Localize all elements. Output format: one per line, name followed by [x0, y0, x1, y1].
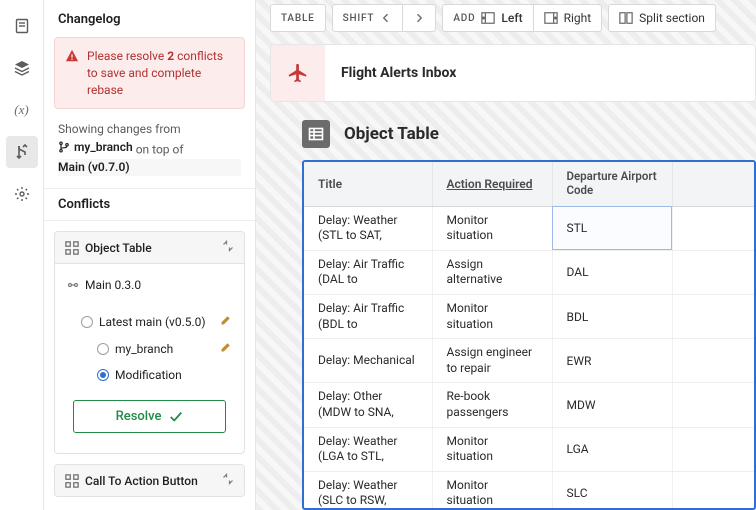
airplane-icon — [271, 45, 325, 101]
conflict-card-cta: Call To Action Button — [54, 464, 245, 497]
split-section-button[interactable]: Split section — [608, 4, 716, 32]
shift-right-button[interactable] — [403, 4, 436, 32]
layout-left-icon — [481, 11, 495, 25]
table-row[interactable]: Delay: Weather (LGA to STL,Monitor situa… — [304, 427, 754, 471]
rail-document-icon[interactable] — [6, 10, 38, 42]
table-row[interactable]: Delay: Weather (SLC to RSW,Monitor situa… — [304, 471, 754, 510]
cell-title[interactable]: Delay: Air Traffic (DAL to — [304, 250, 432, 294]
cell-departure[interactable]: SLC — [552, 471, 672, 510]
cell-title[interactable]: Delay: Air Traffic (BDL to — [304, 294, 432, 338]
cell-action[interactable]: Monitor situation — [432, 206, 552, 250]
rail-settings-icon[interactable] — [6, 178, 38, 210]
cell-title[interactable]: Delay: Weather (LGA to STL, — [304, 427, 432, 471]
cell-departure[interactable]: BDL — [552, 294, 672, 338]
conflict-card-header[interactable]: Call To Action Button — [55, 465, 244, 496]
cell-title[interactable]: Delay: Weather (STL to SAT, — [304, 206, 432, 250]
check-icon — [169, 410, 183, 424]
col-departure[interactable]: Departure Airport Code — [552, 162, 672, 206]
cell-departure[interactable]: DAL — [552, 250, 672, 294]
cell-empty — [672, 471, 754, 510]
rail-layers-icon[interactable] — [6, 52, 38, 84]
col-action[interactable]: Action Required — [432, 162, 552, 206]
arrow-right-icon — [413, 12, 425, 24]
table-row[interactable]: Delay: Air Traffic (DAL toAssign alterna… — [304, 250, 754, 294]
cell-empty — [672, 206, 754, 250]
rebase-info: Showing changes from my_branch on top of… — [44, 121, 255, 188]
table-icon — [302, 120, 330, 148]
cell-departure[interactable]: STL — [552, 206, 672, 250]
nav-rail: (x) — [0, 0, 44, 510]
widget-icon — [65, 474, 79, 488]
table-row[interactable]: Delay: Other (MDW to SNA,Re-book passeng… — [304, 383, 754, 427]
collapse-icon[interactable] — [222, 240, 234, 255]
collapse-icon[interactable] — [222, 473, 234, 488]
layout-right-icon — [544, 11, 558, 25]
cell-action[interactable]: Monitor situation — [432, 294, 552, 338]
add-right-button[interactable]: Right — [534, 4, 603, 32]
table-row[interactable]: Delay: Air Traffic (BDL toMonitor situat… — [304, 294, 754, 338]
col-empty — [672, 162, 754, 206]
table-type-button[interactable]: TABLE — [270, 4, 326, 32]
widget-icon — [65, 241, 79, 255]
page-title: Flight Alerts Inbox — [325, 65, 456, 81]
cell-title[interactable]: Delay: Weather (SLC to RSW, — [304, 471, 432, 510]
edit-icon[interactable] — [220, 314, 232, 329]
split-icon — [619, 11, 633, 25]
object-table[interactable]: Title Action Required Departure Airport … — [302, 160, 756, 510]
add-left-button[interactable]: ADD Left — [442, 4, 533, 32]
cell-action[interactable]: Re-book passengers — [432, 383, 552, 427]
conflicts-header: Conflicts — [44, 188, 255, 221]
conflict-card-object-table: Object Table Main 0.3.0 Latest main (v0.… — [54, 231, 245, 454]
changelog-title: Changelog — [44, 0, 255, 37]
branch-icon — [58, 141, 70, 153]
cell-action[interactable]: Monitor situation — [432, 471, 552, 510]
cell-action[interactable]: Monitor situation — [432, 427, 552, 471]
resolve-conflicts-alert: Please resolve 2 conflicts to save and c… — [54, 37, 245, 109]
rail-variable-icon[interactable]: (x) — [6, 94, 38, 126]
main-area: TABLE SHIFT ADD Left Right — [256, 0, 756, 510]
toolbar: TABLE SHIFT ADD Left Right — [256, 0, 756, 40]
cell-empty — [672, 339, 754, 383]
cell-empty — [672, 250, 754, 294]
tree-latest-main[interactable]: Latest main (v0.5.0) — [63, 308, 236, 335]
cell-empty — [672, 294, 754, 338]
tree-my-branch[interactable]: my_branch — [63, 335, 236, 362]
table-row[interactable]: Delay: MechanicalAssign engineer to repa… — [304, 339, 754, 383]
tree-modification[interactable]: Modification — [63, 362, 236, 388]
cell-departure[interactable]: LGA — [552, 427, 672, 471]
cell-action[interactable]: Assign alternative — [432, 250, 552, 294]
rail-merge-icon[interactable] — [6, 136, 38, 168]
cell-departure[interactable]: EWR — [552, 339, 672, 383]
arrow-left-icon — [380, 12, 392, 24]
changelog-panel: Changelog Please resolve 2 conflicts to … — [44, 0, 256, 510]
cell-empty — [672, 383, 754, 427]
object-table-heading: Object Table — [256, 120, 756, 160]
resolve-button[interactable]: Resolve — [73, 400, 226, 433]
cell-title[interactable]: Delay: Mechanical — [304, 339, 432, 383]
shift-button[interactable]: SHIFT — [332, 4, 404, 32]
cell-departure[interactable]: MDW — [552, 383, 672, 427]
conflict-tree: Main 0.3.0 Latest main (v0.5.0) my_branc… — [55, 264, 244, 400]
conflict-card-header[interactable]: Object Table — [55, 232, 244, 264]
tree-root: Main 0.3.0 — [63, 272, 236, 298]
table-row[interactable]: Delay: Weather (STL to SAT,Monitor situa… — [304, 206, 754, 250]
page-header-card: Flight Alerts Inbox — [270, 44, 756, 102]
warning-icon — [65, 49, 79, 63]
cell-action[interactable]: Assign engineer to repair — [432, 339, 552, 383]
col-title[interactable]: Title — [304, 162, 432, 206]
edit-icon[interactable] — [220, 341, 232, 356]
cell-title[interactable]: Delay: Other (MDW to SNA, — [304, 383, 432, 427]
cell-empty — [672, 427, 754, 471]
